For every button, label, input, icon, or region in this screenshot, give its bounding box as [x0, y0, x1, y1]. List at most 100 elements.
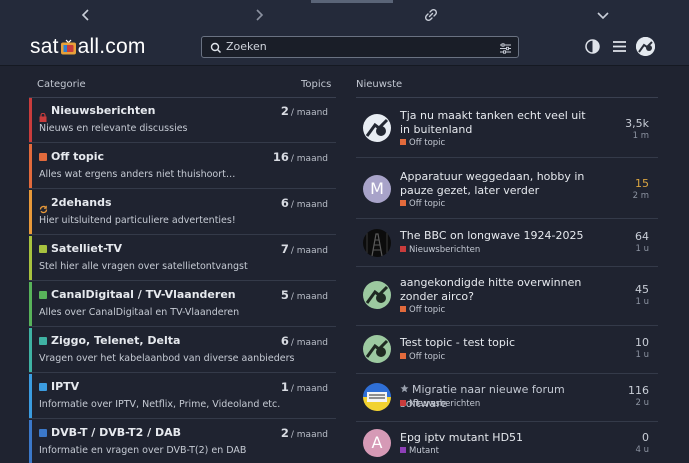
- activity-age[interactable]: 1 u: [636, 350, 650, 360]
- chevron-down-icon[interactable]: [596, 8, 610, 22]
- activity-age[interactable]: 2 u: [636, 398, 650, 408]
- topic-category[interactable]: Nieuwsberichten: [400, 245, 480, 255]
- category-topic-count: 16/ maand: [272, 150, 328, 164]
- category-name[interactable]: IPTV: [51, 380, 79, 393]
- category-row[interactable]: CanalDigitaal / TV-Vlaanderen Alles over…: [29, 282, 336, 327]
- category-color-stripe: [29, 98, 32, 142]
- search-input[interactable]: Zoeken: [226, 40, 267, 53]
- chevron-right-icon[interactable]: [252, 8, 266, 22]
- category-name[interactable]: Nieuwsberichten: [51, 104, 155, 117]
- reply-count[interactable]: 64: [635, 230, 649, 243]
- topic-category[interactable]: Nieuwsberichten: [400, 399, 480, 409]
- topic-category[interactable]: Off topic: [400, 199, 445, 209]
- topic-row[interactable]: Test topic - test topic Off topic 10 1 u: [356, 327, 658, 374]
- category-description: Vragen over het kabelaanbod van diverse …: [39, 353, 295, 364]
- topic-row[interactable]: Tja nu maakt tanken echt veel uit in bui…: [356, 100, 658, 158]
- category-row[interactable]: 2dehands Hier uitsluitend particuliere a…: [29, 190, 336, 235]
- category-color-stripe: [29, 282, 32, 326]
- category-badge-icon: [400, 306, 406, 312]
- activity-age[interactable]: 1 u: [636, 244, 650, 254]
- divider: [356, 97, 658, 98]
- author-avatar[interactable]: [363, 114, 391, 142]
- author-avatar[interactable]: [363, 383, 391, 411]
- category-badge-icon: [400, 200, 406, 206]
- category-badge-icon: [39, 429, 47, 437]
- category-topic-count: 7/ maand: [280, 242, 328, 256]
- category-badge-icon: [39, 383, 47, 391]
- topic-category[interactable]: Off topic: [400, 352, 445, 362]
- tv-logo-icon: [60, 37, 77, 56]
- user-avatar[interactable]: [636, 37, 655, 56]
- category-name[interactable]: Satelliet-TV: [51, 242, 122, 255]
- topic-row[interactable]: aangekondigde hitte overwinnen zonder ai…: [356, 268, 658, 326]
- top-nav-bar: [0, 0, 689, 30]
- category-name[interactable]: Ziggo, Telenet, Delta: [51, 334, 180, 347]
- reply-count[interactable]: 116: [628, 384, 649, 397]
- activity-age[interactable]: 1 u: [636, 297, 650, 307]
- category-name[interactable]: DVB-T / DVB-T2 / DAB: [51, 426, 181, 439]
- activity-age[interactable]: 1 m: [633, 131, 649, 141]
- active-tab-indicator: [311, 0, 393, 3]
- category-color-stripe: [29, 420, 32, 463]
- topic-category[interactable]: Off topic: [400, 305, 445, 315]
- category-topic-count: 6/ maand: [280, 334, 328, 348]
- category-topic-count: 2/ maand: [280, 426, 328, 440]
- reply-count[interactable]: 0: [642, 431, 649, 444]
- topic-title[interactable]: aangekondigde hitte overwinnen zonder ai…: [400, 276, 590, 304]
- categories-column-header: Categorie: [37, 79, 86, 90]
- category-color-stripe: [29, 190, 32, 234]
- author-avatar[interactable]: [363, 281, 391, 309]
- category-color-stripe: [29, 144, 32, 188]
- category-row[interactable]: Satelliet-TV Stel hier alle vragen over …: [29, 236, 336, 281]
- category-badge-icon: [39, 153, 47, 161]
- topic-title[interactable]: Apparatuur weggedaan, hobby in pauze gez…: [400, 170, 590, 198]
- category-row[interactable]: Ziggo, Telenet, Delta Vragen over het ka…: [29, 328, 336, 373]
- category-row[interactable]: Nieuwsberichten Nieuws en relevante disc…: [29, 98, 336, 143]
- link-icon[interactable]: [424, 8, 438, 22]
- reply-count[interactable]: 15: [635, 177, 649, 190]
- category-name[interactable]: Off topic: [51, 150, 104, 163]
- topic-title[interactable]: The BBC on longwave 1924-2025: [400, 229, 590, 243]
- author-avatar[interactable]: [363, 229, 391, 257]
- topic-row[interactable]: Migratie naar nieuwe forum software Nieu…: [356, 375, 658, 422]
- chevron-left-icon[interactable]: [79, 8, 93, 22]
- theme-toggle-icon[interactable]: [584, 38, 601, 55]
- category-topic-count: 2/ maand: [280, 104, 328, 118]
- category-color-stripe: [29, 236, 32, 280]
- reply-count[interactable]: 45: [635, 283, 649, 296]
- site-logo[interactable]: sat all.com: [30, 35, 146, 59]
- hamburger-icon[interactable]: [611, 38, 628, 55]
- category-name[interactable]: CanalDigitaal / TV-Vlaanderen: [51, 288, 236, 301]
- reply-count[interactable]: 3,5k: [625, 117, 649, 130]
- topic-title[interactable]: Tja nu maakt tanken echt veel uit in bui…: [400, 109, 590, 137]
- category-description: Informatie over IPTV, Netflix, Prime, Vi…: [39, 399, 281, 410]
- category-description: Informatie en vragen over DVB-T(2) en DA…: [39, 445, 247, 456]
- category-badge-icon: [39, 337, 47, 345]
- category-badge-icon: [39, 291, 47, 299]
- category-row[interactable]: Off topic Alles wat ergens anders niet t…: [29, 144, 336, 189]
- category-badge-icon: [400, 447, 406, 453]
- topic-row[interactable]: The BBC on longwave 1924-2025 Nieuwsberi…: [356, 220, 658, 267]
- reply-count[interactable]: 10: [635, 336, 649, 349]
- filter-icon[interactable]: [499, 40, 512, 54]
- search-bar[interactable]: Zoeken: [201, 36, 519, 58]
- author-avatar[interactable]: [363, 335, 391, 363]
- category-topic-count: 5/ maand: [280, 288, 328, 302]
- topic-title[interactable]: Test topic - test topic: [400, 336, 590, 350]
- search-icon: [210, 40, 224, 54]
- topic-title[interactable]: Epg iptv mutant HD51: [400, 431, 590, 445]
- category-row[interactable]: IPTV Informatie over IPTV, Netflix, Prim…: [29, 374, 336, 419]
- category-name[interactable]: 2dehands: [51, 196, 112, 209]
- activity-age[interactable]: 4 u: [636, 445, 650, 455]
- category-topic-count: 1/ maand: [280, 380, 328, 394]
- topic-category[interactable]: Off topic: [400, 138, 445, 148]
- author-avatar[interactable]: A: [363, 429, 391, 457]
- author-avatar[interactable]: M: [363, 175, 391, 203]
- category-topic-count: 6/ maand: [280, 196, 328, 210]
- category-row[interactable]: DVB-T / DVB-T2 / DAB Informatie en vrage…: [29, 420, 336, 463]
- topic-category[interactable]: Mutant: [400, 446, 439, 456]
- topic-row[interactable]: A Epg iptv mutant HD51 Mutant 0 4 u: [356, 423, 658, 463]
- topic-row[interactable]: M Apparatuur weggedaan, hobby in pauze g…: [356, 159, 658, 219]
- category-description: Nieuws en relevante discussies: [39, 123, 188, 134]
- activity-age[interactable]: 2 m: [633, 191, 649, 201]
